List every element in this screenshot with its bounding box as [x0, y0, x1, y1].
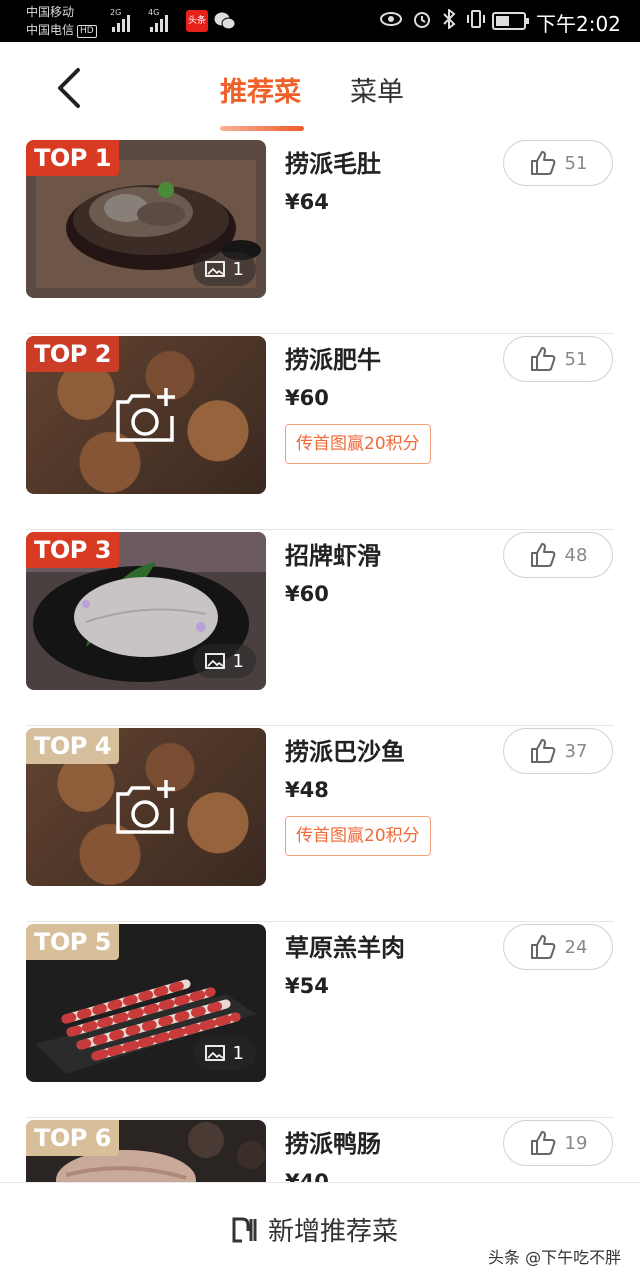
image-count-badge: 1: [192, 1036, 256, 1070]
image-icon: [204, 653, 225, 669]
carrier-2: 中国电信: [26, 23, 75, 37]
dish-name: 捞派毛肚: [285, 150, 381, 178]
hd-badge: HD: [77, 25, 97, 38]
image-icon: [204, 261, 225, 277]
rank-badge: TOP 2: [26, 336, 119, 372]
dish-price: ¥64: [285, 190, 329, 214]
upload-photo-promo[interactable]: 传首图赢20积分: [285, 424, 431, 464]
rank-badge: TOP 1: [26, 140, 119, 176]
bluetooth-icon: [443, 9, 456, 29]
network-type-2: 4G: [148, 8, 160, 17]
dish-photo[interactable]: TOP 5 1: [26, 924, 266, 1082]
like-count: 48: [564, 544, 588, 566]
signal-icon-2: 4G: [148, 8, 168, 32]
dish-price: ¥48: [285, 778, 329, 802]
list-item[interactable]: TOP 5 1 草原羔羊肉 ¥54 24: [0, 922, 640, 1118]
dish-photo[interactable]: TOP 3 1: [26, 532, 266, 690]
rank-badge: TOP 6: [26, 1120, 119, 1156]
list-item[interactable]: TOP 1 1 捞派毛肚 ¥64 51: [0, 138, 640, 334]
like-button[interactable]: 24: [503, 924, 613, 970]
photo-placeholder[interactable]: TOP 2: [26, 336, 266, 494]
rank-badge: TOP 4: [26, 728, 119, 764]
network-type-1: 2G: [110, 8, 122, 17]
add-dish-icon: [232, 1217, 257, 1242]
like-button[interactable]: 48: [503, 532, 613, 578]
like-count: 24: [564, 936, 588, 958]
like-count: 37: [564, 740, 588, 762]
dish-photo[interactable]: TOP 1 1: [26, 140, 266, 298]
carrier-info: 中国移动 中国电信 HD: [26, 3, 97, 39]
tab-indicator: [220, 126, 304, 131]
list-item[interactable]: TOP 4 捞派巴沙鱼 ¥48 传首图赢20积分 37: [0, 726, 640, 922]
eye-icon: [380, 12, 402, 26]
image-count: 1: [232, 258, 244, 280]
tab-menu[interactable]: 菜单: [350, 70, 404, 109]
camera-add-icon: [116, 780, 175, 834]
list-item[interactable]: TOP 6 捞派鸭肠 ¥40 19: [0, 1118, 640, 1182]
image-icon: [204, 1045, 225, 1061]
like-count: 51: [564, 348, 588, 370]
thumbs-up-icon: [530, 739, 555, 763]
back-icon[interactable]: [50, 64, 90, 112]
camera-add-icon: [116, 388, 175, 442]
status-icons: [380, 9, 486, 29]
thumbs-up-icon: [530, 1131, 555, 1155]
image-count: 1: [232, 1042, 244, 1064]
carrier-1: 中国移动: [26, 5, 75, 19]
dish-name: 捞派鸭肠: [285, 1130, 381, 1158]
signal-icon-1: 2G: [110, 8, 130, 32]
like-button[interactable]: 51: [503, 140, 613, 186]
like-count: 51: [564, 152, 588, 174]
watermark: 头条 @下午吃不胖: [488, 1248, 622, 1267]
dish-price: ¥54: [285, 974, 329, 998]
wechat-icon: [214, 12, 236, 30]
image-count: 1: [232, 650, 244, 672]
rank-badge: TOP 5: [26, 924, 119, 960]
thumbs-up-icon: [530, 543, 555, 567]
image-count-badge: 1: [192, 644, 256, 678]
alarm-icon: [414, 12, 430, 28]
dish-name: 捞派肥牛: [285, 346, 381, 374]
thumbs-up-icon: [530, 347, 555, 371]
clock: 下午2:02: [536, 12, 621, 36]
dish-price: ¥60: [285, 582, 329, 606]
like-button[interactable]: 19: [503, 1120, 613, 1166]
news-app-icon: 头条: [186, 10, 208, 32]
photo-placeholder[interactable]: TOP 4: [26, 728, 266, 886]
like-button[interactable]: 51: [503, 336, 613, 382]
tab-recommended[interactable]: 推荐菜: [220, 70, 301, 109]
dish-list: TOP 1 1 捞派毛肚 ¥64 51 TOP 2 捞派肥牛 ¥60 传首图赢2…: [0, 138, 640, 1182]
status-bar: 中国移动 中国电信 HD 2G 4G 头条 下午2:02: [0, 0, 640, 42]
dish-photo[interactable]: TOP 6: [26, 1120, 266, 1182]
rank-badge: TOP 3: [26, 532, 119, 568]
header: 推荐菜 菜单: [0, 42, 640, 138]
battery-level: [496, 16, 509, 26]
list-item[interactable]: TOP 3 1 招牌虾滑 ¥60 48: [0, 530, 640, 726]
thumbs-up-icon: [530, 151, 555, 175]
like-button[interactable]: 37: [503, 728, 613, 774]
add-recommended-dish-button[interactable]: 新增推荐菜: [230, 1211, 398, 1248]
add-button-label: 新增推荐菜: [268, 1217, 399, 1247]
dish-name: 捞派巴沙鱼: [285, 738, 405, 766]
vibrate-icon: [467, 10, 485, 28]
dish-price: ¥40: [285, 1170, 329, 1182]
dish-name: 草原羔羊肉: [285, 934, 405, 962]
list-item[interactable]: TOP 2 捞派肥牛 ¥60 传首图赢20积分 51: [0, 334, 640, 530]
battery-icon: [492, 12, 529, 30]
dish-name: 招牌虾滑: [285, 542, 381, 570]
image-count-badge: 1: [192, 252, 256, 286]
like-count: 19: [564, 1132, 588, 1154]
upload-photo-promo[interactable]: 传首图赢20积分: [285, 816, 431, 856]
thumbs-up-icon: [530, 935, 555, 959]
dish-price: ¥60: [285, 386, 329, 410]
